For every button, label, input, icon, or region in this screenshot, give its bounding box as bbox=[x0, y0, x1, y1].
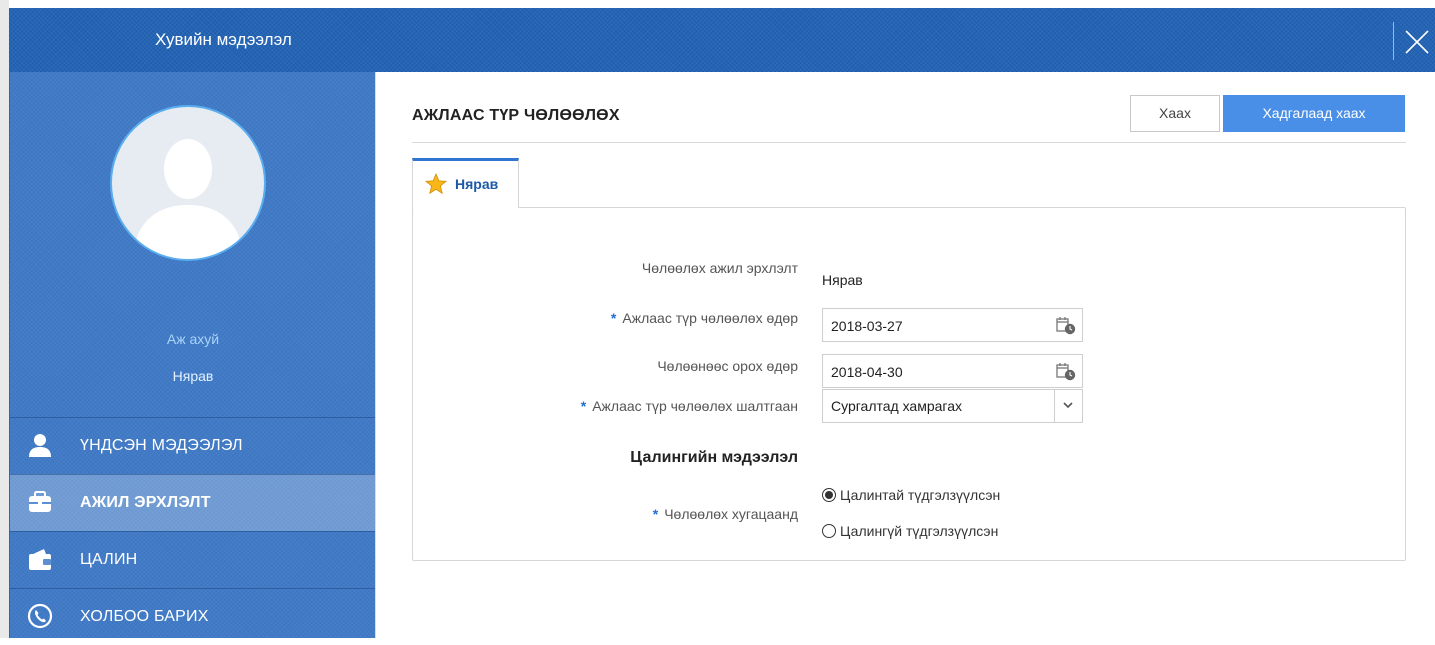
tab-label: Нярав bbox=[455, 176, 499, 192]
radio-selected bbox=[822, 488, 836, 502]
chevron-down-icon bbox=[1063, 402, 1073, 409]
briefcase-icon bbox=[29, 491, 51, 512]
sidebar-item-employment[interactable]: АЖИЛ ЭРХЛЭЛТ bbox=[10, 474, 376, 531]
sidebar-item-label: АЖИЛ ЭРХЛЭЛТ bbox=[80, 494, 211, 511]
return-date-label: Чөлөөнөөс орох өдөр bbox=[657, 358, 798, 374]
sidebar-item-basic-info[interactable]: ҮНДСЭН МЭДЭЭЛЭЛ bbox=[10, 417, 376, 474]
position-label: Чөлөөлөх ажил эрхлэлт bbox=[641, 260, 798, 276]
save-and-close-button[interactable]: Хадгалаад хаах bbox=[1223, 95, 1405, 132]
salary-section-title: Цалингийн мэдээлэл bbox=[630, 449, 798, 466]
sidebar-item-salary[interactable]: ЦАЛИН bbox=[10, 531, 376, 588]
reason-label: * Ажлаас түр чөлөөлөх шалтгаан bbox=[580, 398, 798, 414]
return-date-input[interactable]: 2018-04-30 bbox=[822, 354, 1083, 388]
profile-name: Нярав bbox=[172, 368, 214, 384]
window-title: Хувийн мэдээлэл bbox=[155, 30, 292, 49]
main-content: АЖЛААС ТҮР ЧӨЛӨӨЛӨХ Хаах Хадгалаад хаах … bbox=[384, 72, 1435, 638]
dropdown-toggle[interactable] bbox=[1054, 390, 1082, 422]
avatar bbox=[110, 105, 266, 261]
sidebar-nav: ҮНДСЭН МЭДЭЭЛЭЛ АЖИЛ ЭРХЛЭЛТ ЦАЛИН ХОЛБО… bbox=[10, 417, 376, 645]
page-title: АЖЛААС ТҮР ЧӨЛӨӨЛӨХ bbox=[412, 107, 620, 124]
profile-role: Аж ахуй bbox=[166, 331, 220, 347]
radio-label: Цалингүй түдгэлзүүлсэн bbox=[840, 523, 999, 539]
sidebar-divider bbox=[375, 72, 384, 638]
person-icon bbox=[29, 434, 51, 457]
user-silhouette-icon bbox=[132, 139, 244, 259]
radio-unpaid-suspension[interactable]: Цалингүй түдгэлзүүлсэн bbox=[822, 523, 998, 539]
sidebar-item-label: ХОЛБОО БАРИХ bbox=[80, 608, 209, 625]
form-panel: Чөлөөлөх ажил эрхлэлт Нярав * Ажлаас түр … bbox=[412, 207, 1406, 561]
reason-select[interactable]: Сургалтад хамрагах bbox=[822, 389, 1083, 423]
radio-unselected bbox=[822, 524, 836, 538]
required-marker: * bbox=[580, 398, 587, 414]
release-date-input[interactable]: 2018-03-27 bbox=[822, 308, 1083, 342]
sidebar-item-contact[interactable]: ХОЛБОО БАРИХ bbox=[10, 588, 376, 645]
header-divider bbox=[412, 142, 1406, 143]
title-bar: Хувийн мэдээлэл bbox=[9, 8, 1435, 72]
release-date-label: * Ажлаас түр чөлөөлөх өдөр bbox=[610, 310, 798, 326]
radio-paid-suspension[interactable]: Цалинтай түдгэлзүүлсэн bbox=[822, 487, 1000, 503]
close-button[interactable]: Хаах bbox=[1130, 95, 1220, 132]
phone-icon bbox=[27, 603, 53, 629]
period-label: * Чөлөөлөх хугацаанд bbox=[652, 506, 798, 522]
radio-label: Цалинтай түдгэлзүүлсэн bbox=[840, 487, 1001, 503]
release-date-value: 2018-03-27 bbox=[831, 318, 903, 334]
calendar-icon[interactable] bbox=[1056, 317, 1076, 335]
sidebar: Аж ахуй Нярав ҮНДСЭН МЭДЭЭЛЭЛ АЖИЛ ЭРХЛЭ… bbox=[9, 72, 376, 638]
wallet-icon bbox=[29, 549, 51, 570]
sidebar-item-label: ЦАЛИН bbox=[80, 551, 138, 568]
left-edge-strip bbox=[0, 0, 9, 638]
calendar-icon[interactable] bbox=[1056, 363, 1076, 381]
reason-value: Сургалтад хамрагах bbox=[831, 398, 963, 414]
position-value: Нярав bbox=[822, 272, 863, 288]
close-window-button[interactable] bbox=[1403, 28, 1431, 56]
tab-storekeeper[interactable]: Нярав bbox=[412, 158, 519, 208]
star-icon bbox=[425, 173, 447, 195]
title-separator bbox=[1393, 22, 1394, 60]
required-marker: * bbox=[652, 506, 659, 522]
return-date-value: 2018-04-30 bbox=[831, 364, 903, 380]
sidebar-item-label: ҮНДСЭН МЭДЭЭЛЭЛ bbox=[80, 437, 243, 454]
close-icon bbox=[1405, 30, 1429, 54]
required-marker: * bbox=[610, 310, 617, 326]
